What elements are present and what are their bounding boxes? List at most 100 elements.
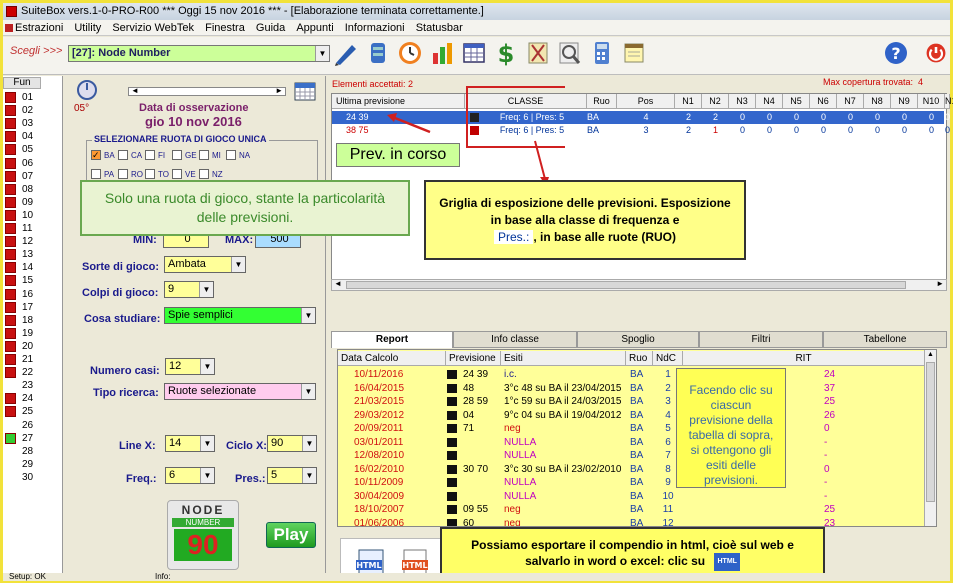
report-date[interactable]: 30/04/2009 — [354, 490, 434, 503]
report-date[interactable]: 03/01/2011 — [354, 436, 434, 449]
chevron-down-icon[interactable]: ▼ — [231, 257, 245, 272]
grid-header[interactable]: N3 — [729, 94, 756, 109]
colpi-select[interactable]: 9 ▼ — [164, 281, 214, 298]
chevron-left-icon[interactable]: ◄ — [131, 86, 139, 95]
fun-row[interactable]: 01 — [5, 91, 55, 104]
ruota-checkbox-nz[interactable] — [199, 169, 209, 179]
fun-row[interactable]: 07 — [5, 170, 55, 183]
chevron-down-icon[interactable]: ▼ — [315, 46, 329, 61]
grid-header[interactable]: N4 — [756, 94, 783, 109]
tab-info-classe[interactable]: Info classe — [453, 331, 577, 348]
report-date[interactable]: 10/11/2016 — [354, 368, 434, 381]
dollar-icon[interactable]: $ — [492, 39, 520, 67]
scroll-thumb[interactable] — [346, 281, 906, 289]
help-icon[interactable]: ? — [882, 39, 910, 67]
chevron-down-icon[interactable]: ▼ — [200, 436, 214, 451]
tools-icon[interactable] — [524, 39, 552, 67]
ruota-checkbox-ve[interactable] — [172, 169, 182, 179]
report-date[interactable]: 16/02/2010 — [354, 463, 434, 476]
fun-row[interactable]: 25 — [5, 405, 55, 418]
clock-icon[interactable] — [396, 39, 424, 67]
ciclox-select[interactable]: 90 ▼ — [267, 435, 317, 452]
chevron-down-icon[interactable]: ▼ — [199, 282, 213, 297]
fun-row[interactable]: 18 — [5, 314, 55, 327]
grid-header[interactable]: Pos — [617, 94, 675, 109]
notepad-icon[interactable] — [620, 39, 648, 67]
ruota-checkbox-ge[interactable] — [172, 150, 182, 160]
fun-row[interactable]: 09 — [5, 196, 55, 209]
play-button[interactable]: Play — [266, 522, 316, 548]
fun-row[interactable]: 11 — [5, 222, 55, 235]
tipo-select[interactable]: Ruote selezionate ▼ — [164, 383, 316, 400]
report-header[interactable]: NdC — [653, 351, 683, 366]
calendar-icon[interactable] — [293, 80, 317, 102]
tab-tabellone[interactable]: Tabellone — [823, 331, 947, 348]
ruota-checkbox-ro[interactable] — [118, 169, 128, 179]
fun-row[interactable]: 10 — [5, 209, 55, 222]
linex-select[interactable]: 14 ▼ — [165, 435, 215, 452]
tab-spoglio[interactable]: Spoglio — [577, 331, 699, 348]
choose-select[interactable]: [27]: Node Number ▼ — [68, 45, 330, 62]
table-icon[interactable] — [460, 39, 488, 67]
tab-report[interactable]: Report — [331, 331, 453, 348]
chevron-right-icon[interactable]: ► — [936, 279, 944, 288]
report-header[interactable]: RIT — [683, 351, 925, 366]
grid-header[interactable]: N1 — [945, 94, 953, 109]
chevron-down-icon[interactable]: ▼ — [301, 384, 315, 399]
report-date[interactable]: 16/04/2015 — [354, 382, 434, 395]
menu-statusbar[interactable]: Statusbar — [412, 20, 467, 36]
grid-hscrollbar[interactable]: ◄ ► — [331, 279, 947, 291]
fun-row[interactable]: 12 — [5, 235, 55, 248]
report-date[interactable]: 21/03/2015 — [354, 395, 434, 408]
menu-informazioni[interactable]: Informazioni — [341, 20, 409, 36]
fun-row[interactable]: 16 — [5, 288, 55, 301]
html-export-icon[interactable]: HTML — [356, 548, 388, 576]
pres-select[interactable]: 5 ▼ — [267, 467, 317, 484]
menu-servizio-webtek[interactable]: Servizio WebTek — [108, 20, 198, 36]
sorte-select[interactable]: Ambata ▼ — [164, 256, 246, 273]
report-header[interactable]: Data Calcolo — [338, 351, 446, 366]
power-icon[interactable] — [924, 39, 948, 67]
report-date[interactable]: 29/03/2012 — [354, 409, 434, 422]
fun-row[interactable]: 13 — [5, 248, 55, 261]
fun-row[interactable]: 17 — [5, 301, 55, 314]
fun-row[interactable]: 03 — [5, 117, 55, 130]
fun-row[interactable]: 27 — [5, 432, 55, 445]
report-header[interactable]: Esiti — [501, 351, 626, 366]
report-date[interactable]: 01/06/2006 — [354, 517, 434, 527]
fun-row[interactable]: 29 — [5, 458, 55, 471]
fun-row[interactable]: 05 — [5, 143, 55, 156]
chevron-up-icon[interactable]: ▲ — [927, 351, 934, 358]
fun-row[interactable]: 30 — [5, 471, 55, 484]
report-header[interactable]: Ruo — [626, 351, 653, 366]
menu-finestra[interactable]: Finestra — [201, 20, 249, 36]
chevron-left-icon[interactable]: ◄ — [334, 279, 342, 288]
report-date[interactable]: 12/08/2010 — [354, 449, 434, 462]
ruota-checkbox-fi[interactable] — [145, 150, 155, 160]
fun-row[interactable]: 20 — [5, 340, 55, 353]
fun-row[interactable]: 04 — [5, 130, 55, 143]
grid-header[interactable]: N9 — [891, 94, 918, 109]
menu-guida[interactable]: Guida — [252, 20, 289, 36]
calculator-icon[interactable] — [588, 39, 616, 67]
ruota-checkbox-ba[interactable]: ✓ — [91, 150, 101, 160]
grid-header[interactable]: N8 — [864, 94, 891, 109]
grid-header[interactable]: N1 — [675, 94, 702, 109]
fun-row[interactable]: 23 — [5, 379, 55, 392]
date-slider[interactable]: ◄ ► — [128, 86, 286, 96]
bar-chart-icon[interactable] — [428, 39, 456, 67]
cosa-select[interactable]: Spie semplici ▼ — [164, 307, 316, 324]
html-file-icon[interactable]: HTML — [400, 548, 432, 576]
fun-row[interactable]: 24 — [5, 392, 55, 405]
report-header[interactable]: Previsione — [446, 351, 501, 366]
freq-select[interactable]: 6 ▼ — [165, 467, 215, 484]
fun-row[interactable]: 21 — [5, 353, 55, 366]
chevron-down-icon[interactable]: ▼ — [302, 468, 316, 483]
grid-header[interactable]: N5 — [783, 94, 810, 109]
fun-row[interactable]: 02 — [5, 104, 55, 117]
fun-row[interactable]: 08 — [5, 183, 55, 196]
menu-appunti[interactable]: Appunti — [292, 20, 337, 36]
ruota-checkbox-mi[interactable] — [199, 150, 209, 160]
dial-icon[interactable] — [76, 79, 98, 101]
grid-header[interactable]: N10 — [918, 94, 945, 109]
